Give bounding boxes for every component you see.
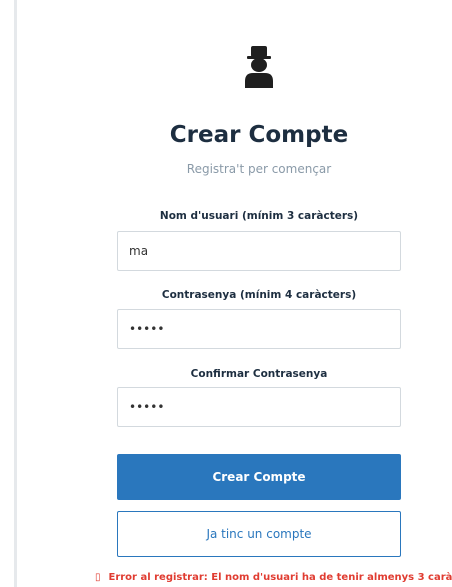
username-label: Nom d'usuari (mínim 3 caràcters) bbox=[159, 210, 359, 222]
page-title: Crear Compte bbox=[169, 122, 349, 148]
left-divider bbox=[14, 0, 17, 587]
password-label: Contrasenya (mínim 4 caràcters) bbox=[161, 289, 357, 301]
warning-box-icon: ▯ bbox=[95, 572, 101, 583]
error-text: Error al registrar: El nom d'usuari ha d… bbox=[108, 572, 452, 583]
password-input[interactable] bbox=[117, 309, 401, 349]
error-message: ▯ Error al registrar: El nom d'usuari ha… bbox=[95, 572, 452, 587]
register-card: Crear Compte Registra't per començar Nom… bbox=[117, 0, 401, 587]
create-account-button[interactable]: Crear Compte bbox=[117, 454, 401, 500]
confirm-password-input[interactable] bbox=[117, 387, 401, 427]
username-input[interactable] bbox=[117, 231, 401, 271]
user-incognito-icon bbox=[245, 46, 273, 88]
page-subtitle: Registra't per començar bbox=[186, 162, 332, 176]
confirm-password-label: Confirmar Contrasenya bbox=[190, 368, 328, 380]
have-account-button[interactable]: Ja tinc un compte bbox=[117, 511, 401, 557]
